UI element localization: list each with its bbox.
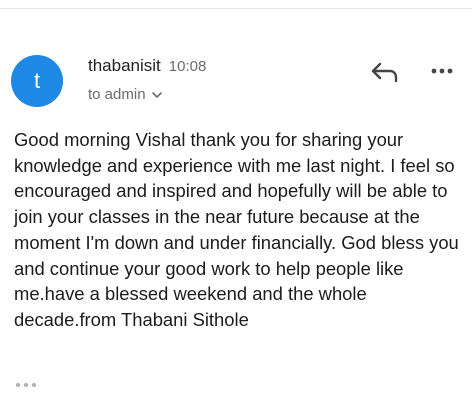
avatar-letter: t (33, 68, 41, 93)
sender-line: thabanisit 10:08 (88, 56, 206, 76)
recipient-label: to admin (88, 86, 146, 103)
more-options-icon[interactable] (430, 64, 454, 78)
email-body: Good morning Vishal thank you for sharin… (14, 129, 459, 330)
reply-icon[interactable] (370, 60, 400, 84)
ellipsis-icon[interactable] (14, 380, 38, 390)
sender-name[interactable]: thabanisit (88, 56, 161, 76)
recipient-details-toggle[interactable]: to admin (88, 86, 163, 103)
sender-avatar[interactable]: t (11, 55, 63, 107)
sent-time: 10:08 (168, 58, 207, 75)
chevron-down-icon (151, 91, 162, 98)
email-header: t thabanisit 10:08 to admin (0, 0, 472, 120)
